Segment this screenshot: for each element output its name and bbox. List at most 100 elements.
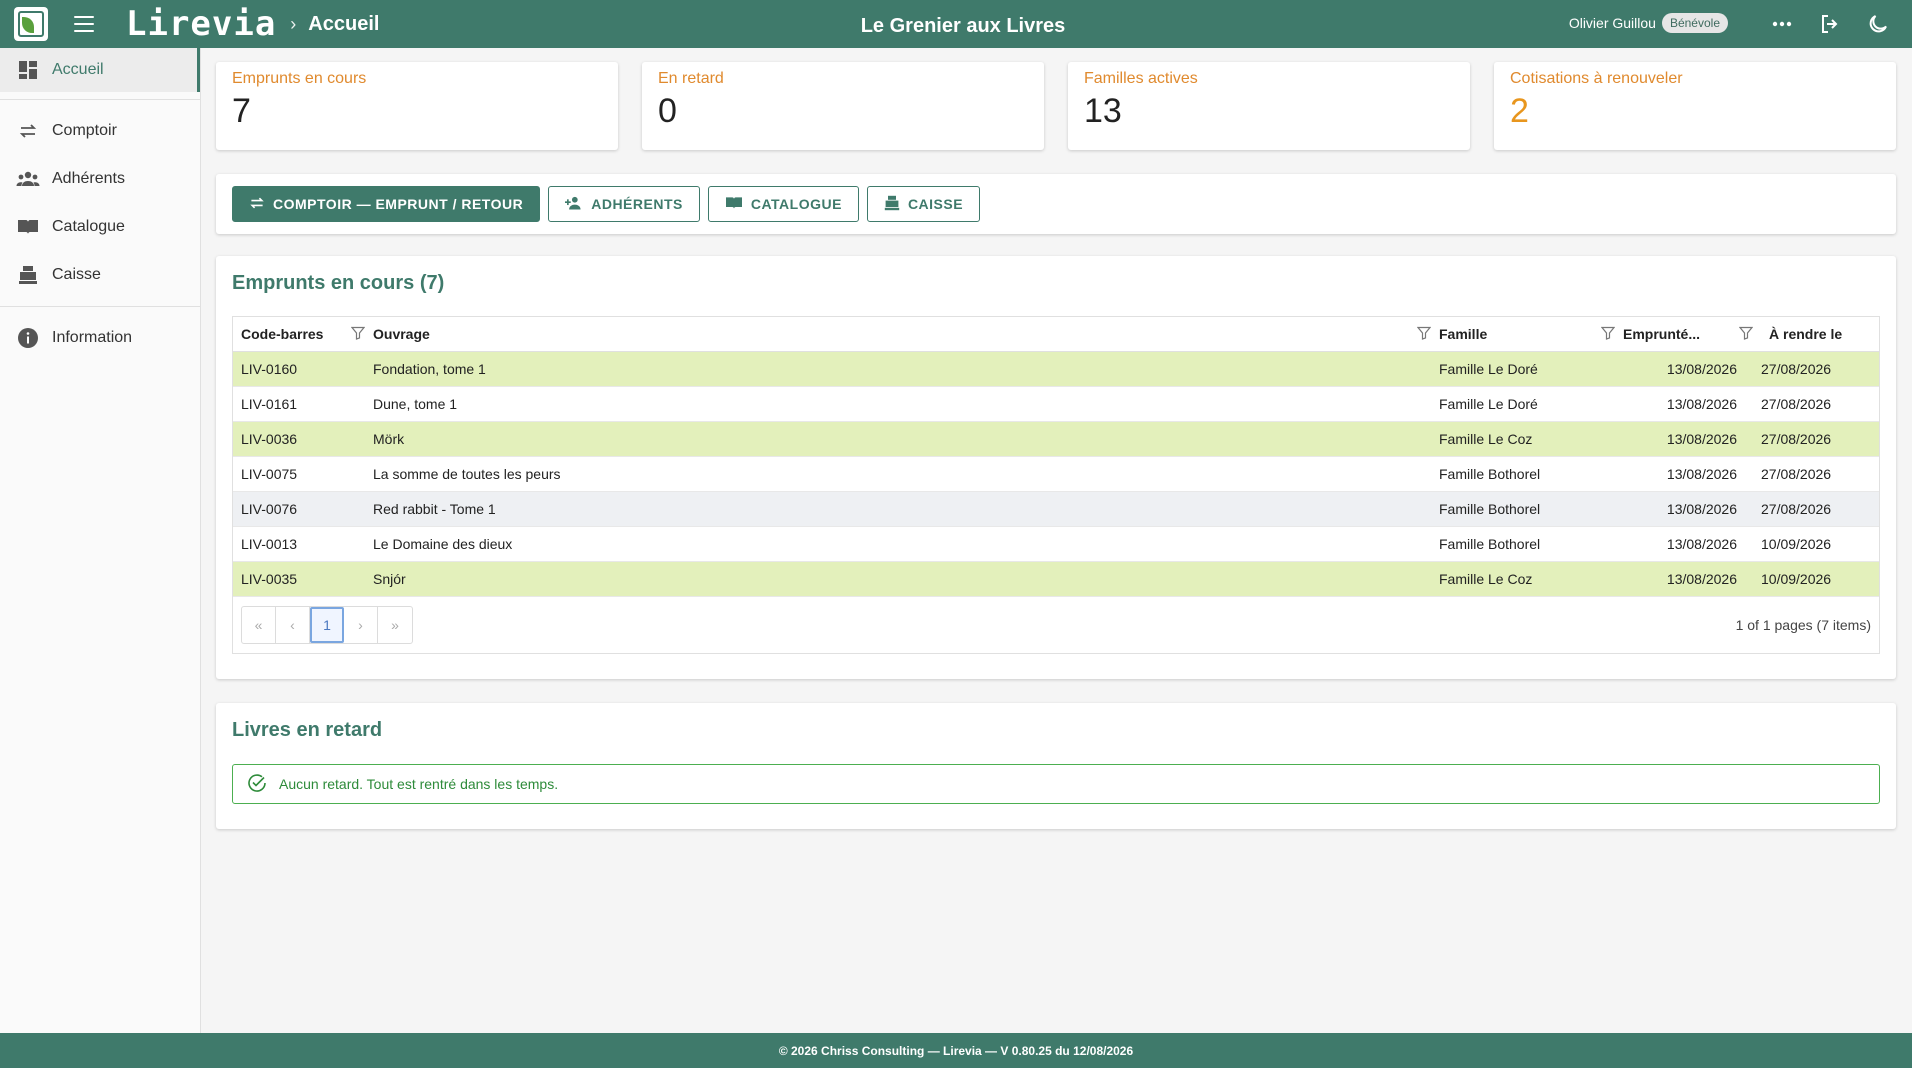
- first-page-button[interactable]: «: [242, 607, 276, 643]
- app-logo[interactable]: [14, 7, 48, 41]
- role-badge: Bénévole: [1661, 13, 1728, 33]
- sidebar-item-label: Comptoir: [52, 122, 117, 139]
- swap-icon: [16, 119, 40, 143]
- no-late-message: Aucun retard. Tout est rentré dans les t…: [279, 776, 559, 792]
- stat-card-loans: Emprunts en cours 7: [216, 62, 618, 150]
- cell-barcode: LIV-0075: [241, 466, 298, 482]
- cell-title: Dune, tome 1: [373, 396, 458, 412]
- cell-title: Mörk: [373, 431, 405, 447]
- sidebar-item-caisse[interactable]: Caisse: [0, 251, 200, 299]
- stats-row: Emprunts en cours 7 En retard 0 Familles…: [216, 62, 1896, 150]
- column-header-due[interactable]: À rendre le: [1761, 326, 1879, 342]
- breadcrumb: Accueil: [308, 12, 380, 35]
- cell-family: Famille Le Doré: [1439, 361, 1538, 377]
- sidebar-item-comptoir[interactable]: Comptoir: [0, 107, 200, 155]
- late-books-title: Livres en retard: [232, 719, 383, 741]
- cell-barcode: LIV-0013: [241, 536, 298, 552]
- pager: « ‹ 1 › » 1 of 1 pages (7 items): [233, 597, 1879, 653]
- column-header-borrowed[interactable]: Emprunté...: [1623, 326, 1761, 343]
- table-row[interactable]: LIV-0036 Mörk Famille Le Coz 13/08/2026 …: [233, 422, 1879, 457]
- top-bar: Lirevia › Accueil Le Grenier aux Livres …: [0, 0, 1912, 48]
- swap-icon: [249, 195, 265, 214]
- cell-due: 27/08/2026: [1761, 396, 1832, 412]
- filter-icon[interactable]: [1416, 326, 1432, 343]
- filter-icon[interactable]: [1600, 326, 1616, 343]
- cash-register-icon: [884, 195, 900, 214]
- current-loans-title: Emprunts en cours (7): [232, 272, 445, 294]
- stat-card-renewals: Cotisations à renouveler 2: [1494, 62, 1896, 150]
- counter-button[interactable]: COMPTOIR — EMPRUNT / RETOUR: [232, 186, 541, 222]
- members-button[interactable]: ADHÉRENTS: [548, 186, 700, 222]
- table-row[interactable]: LIV-0160 Fondation, tome 1 Famille Le Do…: [233, 352, 1879, 387]
- logout-icon[interactable]: [1818, 12, 1842, 36]
- next-page-button[interactable]: ›: [344, 607, 378, 643]
- pager-buttons: « ‹ 1 › »: [241, 606, 413, 644]
- logo-icon: [18, 11, 44, 37]
- menu-icon[interactable]: [74, 16, 94, 32]
- stat-label: En retard: [658, 70, 724, 87]
- stat-value: 7: [232, 92, 251, 130]
- cell-title: Snjór: [373, 571, 406, 587]
- catalogue-button[interactable]: CATALOGUE: [707, 186, 859, 222]
- table-row[interactable]: LIV-0076 Red rabbit - Tome 1 Famille Bot…: [233, 492, 1879, 527]
- cash-button-label: CAISSE: [907, 196, 964, 212]
- info-icon: [16, 326, 40, 350]
- filter-icon[interactable]: [350, 326, 366, 343]
- cell-borrowed: 13/08/2026: [1666, 571, 1737, 587]
- sidebar-item-label: Caisse: [52, 266, 101, 283]
- cell-title: Le Domaine des dieux: [373, 536, 513, 552]
- cell-family: Famille Bothorel: [1439, 466, 1541, 482]
- sidebar-item-adherents[interactable]: Adhérents: [0, 155, 200, 203]
- main-content: Emprunts en cours 7 En retard 0 Familles…: [216, 48, 1896, 829]
- cell-borrowed: 13/08/2026: [1666, 536, 1737, 552]
- dark-mode-icon[interactable]: [1866, 12, 1890, 36]
- sidebar-item-label: Information: [52, 329, 133, 346]
- loans-grid: Code-barres Ouvrage Famille Emprunté... …: [232, 316, 1880, 654]
- stat-card-families: Familles actives 13: [1068, 62, 1470, 150]
- page-1-button[interactable]: 1: [310, 607, 344, 643]
- stat-card-late: En retard 0: [642, 62, 1044, 150]
- table-row[interactable]: LIV-0013 Le Domaine des dieux Famille Bo…: [233, 527, 1879, 562]
- stat-label: Cotisations à renouveler: [1510, 70, 1683, 87]
- footer: © 2026 Chriss Consulting — Lirevia — V 0…: [0, 1033, 1912, 1068]
- cell-borrowed: 13/08/2026: [1666, 361, 1737, 377]
- cell-due: 27/08/2026: [1761, 431, 1832, 447]
- counter-button-label: COMPTOIR — EMPRUNT / RETOUR: [273, 196, 524, 212]
- sidebar-item-accueil[interactable]: Accueil: [0, 48, 200, 92]
- table-row[interactable]: LIV-0035 Snjór Famille Le Coz 13/08/2026…: [233, 562, 1879, 597]
- stat-label: Familles actives: [1084, 70, 1198, 87]
- cell-borrowed: 13/08/2026: [1666, 431, 1737, 447]
- cell-due: 27/08/2026: [1761, 361, 1832, 377]
- no-late-alert: Aucun retard. Tout est rentré dans les t…: [232, 764, 1880, 804]
- filter-icon[interactable]: [1738, 326, 1754, 343]
- chevron-right-icon: ›: [290, 13, 297, 34]
- check-circle-icon: [247, 773, 267, 796]
- cell-family: Famille Le Coz: [1439, 571, 1533, 587]
- column-header-title[interactable]: Ouvrage: [373, 326, 1439, 343]
- last-page-button[interactable]: »: [378, 607, 412, 643]
- sidebar-item-catalogue[interactable]: Catalogue: [0, 203, 200, 251]
- cell-due: 27/08/2026: [1761, 501, 1832, 517]
- quick-actions: COMPTOIR — EMPRUNT / RETOUR ADHÉRENTS CA…: [216, 174, 1896, 234]
- cell-due: 10/09/2026: [1761, 536, 1832, 552]
- column-header-family[interactable]: Famille: [1439, 326, 1623, 343]
- dashboard-icon: [16, 58, 40, 82]
- book-icon: [725, 195, 743, 214]
- pager-info: 1 of 1 pages (7 items): [1735, 617, 1871, 633]
- cell-family: Famille Le Doré: [1439, 396, 1538, 412]
- table-row[interactable]: LIV-0075 La somme de toutes les peurs Fa…: [233, 457, 1879, 492]
- cell-title: La somme de toutes les peurs: [373, 466, 561, 482]
- cash-register-icon: [16, 263, 40, 287]
- sidebar-item-information[interactable]: Information: [0, 314, 200, 362]
- sidebar-item-label: Catalogue: [52, 218, 125, 235]
- user-info: Olivier Guillou Bénévole: [1569, 13, 1728, 33]
- grid-header: Code-barres Ouvrage Famille Emprunté... …: [233, 317, 1879, 352]
- prev-page-button[interactable]: ‹: [276, 607, 310, 643]
- column-label: Code-barres: [241, 326, 324, 342]
- cell-barcode: LIV-0161: [241, 396, 298, 412]
- more-icon[interactable]: [1770, 12, 1794, 36]
- cash-button[interactable]: CAISSE: [866, 186, 981, 222]
- sidebar-item-label: Accueil: [52, 61, 104, 78]
- table-row[interactable]: LIV-0161 Dune, tome 1 Famille Le Doré 13…: [233, 387, 1879, 422]
- column-header-barcode[interactable]: Code-barres: [233, 326, 373, 343]
